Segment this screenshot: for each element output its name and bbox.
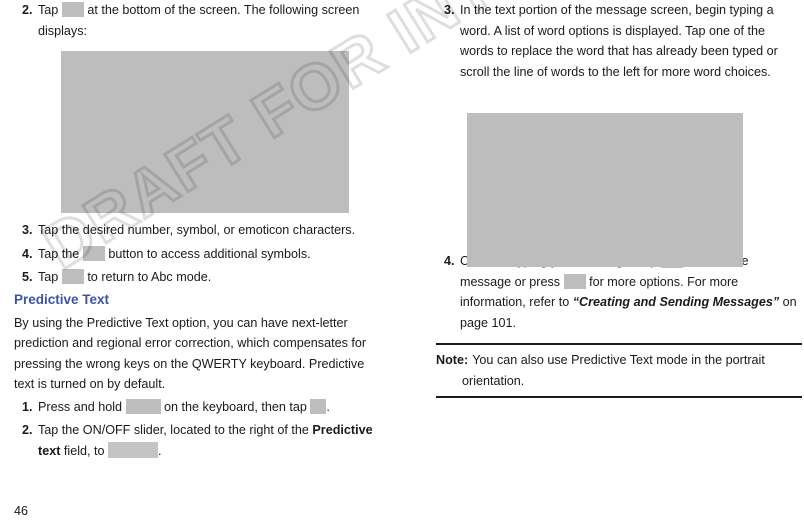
step-item: 4. Tap the button to access additional s… [14, 244, 380, 265]
step-text-middle: field, to [63, 443, 105, 458]
step-text-before: Tap [38, 270, 59, 284]
step-text: Tap to return to Abc mode. [38, 267, 380, 288]
step-number: 1. [22, 399, 33, 414]
step-text-after: button to access additional symbols. [108, 246, 311, 261]
manual-page: 2. Tap at the bottom of the screen. The … [0, 0, 804, 526]
step-number: 2. [22, 3, 33, 17]
page-number: 46 [14, 504, 29, 518]
step-text-before: Tap the [38, 246, 80, 261]
send-key-chip-icon[interactable] [660, 253, 683, 269]
note-text-line-1: You can also use Predictive Text mode in… [472, 353, 765, 367]
step-text-before: Tap [38, 3, 59, 17]
symbols-keyboard-screenshot-figure [61, 51, 349, 213]
step-item: 3. In the text portion of the message sc… [436, 0, 802, 82]
abc-key-chip-icon[interactable] [61, 269, 84, 285]
step-text-before: Tap the ON/OFF slider, located to the ri… [38, 423, 309, 437]
note-text-line-2: orientation. [462, 373, 525, 388]
step-text-after: to return to Abc mode. [87, 270, 212, 284]
step-text-after: . [158, 443, 162, 458]
on-off-slider-graphic-icon[interactable] [108, 442, 159, 459]
note-row: orientation. [436, 371, 802, 392]
step-item: 3. Tap the desired number, symbol, or em… [14, 220, 380, 241]
settings-key-chip-icon[interactable] [125, 398, 161, 414]
note-label: Note: [436, 353, 469, 367]
menu-key-chip-icon[interactable] [563, 273, 586, 289]
step-number: 3. [22, 223, 33, 237]
symbols-key-chip-icon[interactable] [61, 2, 84, 18]
step-text-after: at the bottom of the screen. The followi… [38, 3, 360, 38]
settings-gear-chip-icon[interactable] [310, 398, 327, 414]
step-text-before: Press and hold [38, 399, 123, 414]
step-text: Tap the ON/OFF slider, located to the ri… [38, 420, 380, 461]
predictive-text-screenshot-figure [467, 113, 743, 267]
body-paragraph: By using the Predictive Text option, you… [14, 315, 367, 392]
step-item: 2. Tap the ON/OFF slider, located to the… [14, 420, 380, 461]
step-text-after: . [326, 399, 330, 414]
step-item: 1. Press and hold on the keyboard, then … [14, 397, 380, 418]
note-row: Note: You can also use Predictive Text m… [436, 350, 802, 371]
step-number: 3. [444, 3, 455, 17]
right-column: 3. In the text portion of the message sc… [436, 0, 802, 398]
cross-reference-link[interactable]: “Creating and Sending Messages” [573, 295, 779, 309]
step-number: 4. [22, 246, 33, 261]
step-number: 4. [444, 254, 455, 268]
step-text: In the text portion of the message scree… [460, 3, 778, 79]
step-item: 2. Tap at the bottom of the screen. The … [14, 0, 380, 41]
step-number: 5. [22, 270, 33, 284]
step-text: Tap at the bottom of the screen. The fol… [38, 0, 380, 41]
step-text: Tap the button to access additional symb… [38, 244, 380, 265]
step-text: Press and hold on the keyboard, then tap… [38, 397, 380, 418]
step-number: 2. [22, 423, 33, 437]
step-item: 5. Tap to return to Abc mode. [14, 267, 380, 288]
more-symbols-key-chip-icon[interactable] [82, 245, 105, 261]
note-block: Note: You can also use Predictive Text m… [436, 343, 802, 398]
left-column: 2. Tap at the bottom of the screen. The … [14, 0, 380, 464]
step-text: Tap the desired number, symbol, or emoti… [38, 223, 356, 237]
section-heading-predictive-text: Predictive Text [14, 291, 110, 307]
step-text-middle: on the keyboard, then tap [164, 399, 307, 414]
